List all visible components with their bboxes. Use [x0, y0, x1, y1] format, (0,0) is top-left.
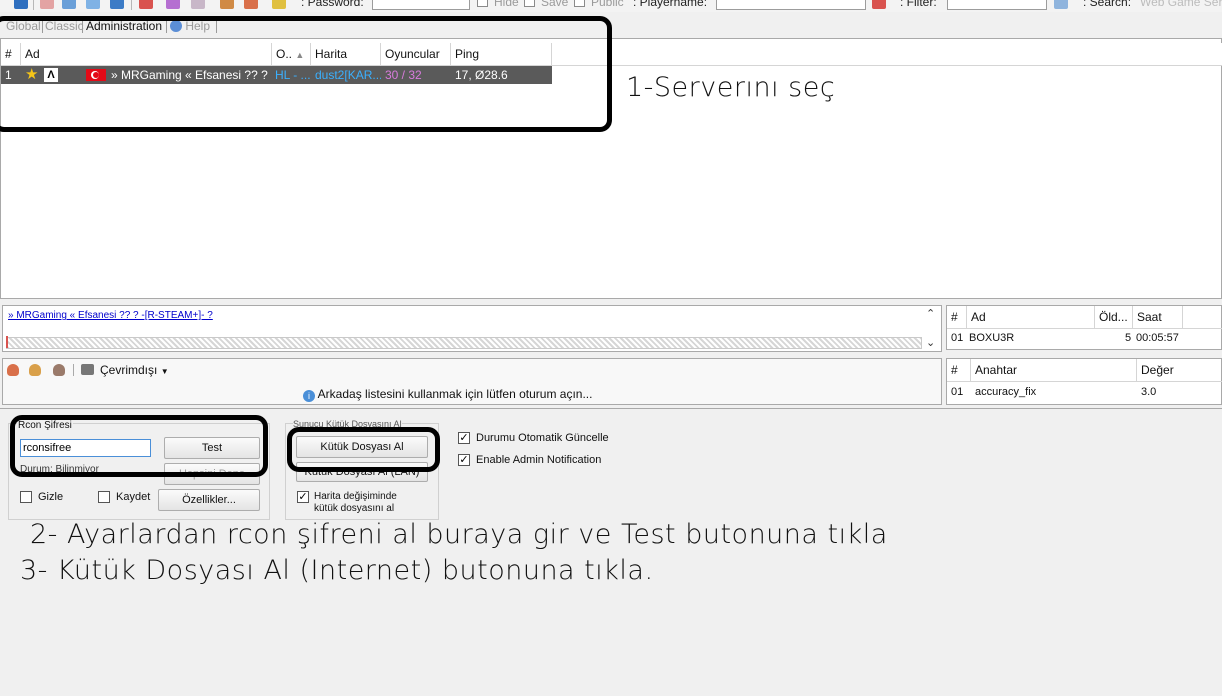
admin-notification-checkbox[interactable]: ✓	[458, 454, 470, 466]
player-kills: 5	[1125, 332, 1132, 344]
annotation-step1: 1-Serverını seç	[626, 72, 836, 103]
filter-select[interactable]	[947, 0, 1047, 10]
spectate-icon[interactable]	[244, 0, 258, 9]
column-header-player-name[interactable]: Ad	[967, 306, 1095, 328]
add-friend-icon[interactable]	[7, 364, 19, 376]
player-index: 01	[951, 332, 964, 344]
save-icon[interactable]	[62, 0, 76, 9]
column-header-value[interactable]: Değer	[1137, 359, 1222, 381]
column-header-key[interactable]: Anahtar	[971, 359, 1137, 381]
refresh-icon[interactable]	[86, 0, 100, 9]
scroll-down-icon[interactable]: ⌄	[926, 336, 935, 349]
playername-select[interactable]	[716, 0, 866, 10]
save-checkbox[interactable]	[524, 0, 535, 7]
hide-label: Gizle	[38, 491, 64, 503]
rules-table: # Anahtar Değer 01 accuracy_fix 3.0	[946, 358, 1222, 405]
save-checkbox[interactable]	[98, 491, 110, 503]
toolbar-separator	[33, 0, 34, 10]
server-info-panel: » MRGaming « Efsanesi ?? ? -[R-STEAM+]- …	[2, 305, 942, 352]
filter-label: : Filter:	[900, 0, 937, 9]
info-icon: i	[303, 390, 315, 402]
bookmark-icon[interactable]	[191, 0, 205, 9]
annotation-box-server	[0, 16, 612, 132]
hide-checkbox[interactable]	[20, 491, 32, 503]
players-table: # Ad Öld... Saat 01 BOXU3R 5 00:05:57	[946, 305, 1222, 350]
remove-friend-icon[interactable]	[53, 364, 65, 376]
save-label: Save	[541, 0, 569, 9]
toolbar-separator	[73, 364, 74, 376]
hide-checkbox[interactable]	[477, 0, 488, 7]
map-change-log-line1: Harita değişiminde	[314, 491, 397, 502]
progress-marker	[6, 336, 8, 348]
playername-label: : Playername:	[633, 0, 708, 9]
player-name[interactable]: BOXU3R	[969, 332, 1014, 344]
toolbar-separator	[131, 0, 132, 10]
server-info-strip	[6, 337, 922, 349]
tools-icon[interactable]	[272, 0, 286, 9]
friends-login-message: i Arkadaş listesini kullanmak için lütfe…	[303, 387, 592, 402]
friend-settings-icon[interactable]	[29, 364, 41, 376]
server-remove-icon[interactable]	[40, 0, 54, 9]
server-info-link[interactable]: » MRGaming « Efsanesi ?? ? -[R-STEAM+]- …	[8, 310, 213, 321]
toolbar: : Password: Hide Save Public : Playernam…	[0, 0, 1222, 12]
password-input[interactable]	[372, 0, 470, 10]
delete-icon[interactable]	[139, 0, 153, 9]
scroll-up-icon[interactable]: ⌃	[926, 307, 935, 320]
favorite-icon[interactable]	[166, 0, 180, 9]
online-status-label: Çevrimdışı	[100, 363, 158, 377]
server-info-icon[interactable]	[110, 0, 124, 9]
column-header-time[interactable]: Saat	[1133, 306, 1183, 328]
annotation-step3: 3- Kütük Dosyası Al (Internet) butonuna …	[20, 555, 654, 586]
column-header-index[interactable]: #	[947, 306, 967, 328]
column-header-kills[interactable]: Öld...	[1095, 306, 1133, 328]
public-label: Public	[591, 0, 624, 9]
rule-index: 01	[951, 386, 964, 398]
filter-settings-icon[interactable]	[1054, 0, 1068, 9]
friends-login-text: Arkadaş listesini kullanmak için lütfen …	[317, 387, 593, 401]
hide-label: Hide	[494, 0, 519, 9]
rules-header: # Anahtar Değer	[947, 359, 1222, 382]
annotation-step2: 2- Ayarlardan rcon şifreni al buraya gir…	[30, 519, 888, 550]
edit-icon[interactable]	[14, 0, 28, 9]
password-label: : Password:	[301, 0, 364, 9]
auto-update-label: Durumu Otomatik Güncelle	[476, 432, 609, 444]
properties-button[interactable]: Özellikler...	[158, 489, 260, 511]
chevron-down-icon: ▼	[160, 367, 169, 376]
map-change-log-label: Harita değişiminde kütük dosyasını al	[314, 491, 397, 515]
status-monitor-icon	[81, 364, 94, 375]
friends-panel: Çevrimdışı ▼ i Arkadaş listesini kullanm…	[2, 358, 942, 405]
players-header: # Ad Öld... Saat	[947, 306, 1222, 329]
annotation-box-rcon	[10, 415, 268, 477]
admin-notification-label: Enable Admin Notification	[476, 454, 602, 466]
clear-icon[interactable]	[872, 0, 886, 9]
search-label: : Search:	[1083, 0, 1132, 9]
rule-key: accuracy_fix	[975, 386, 1037, 398]
save-label: Kaydet	[116, 491, 151, 503]
connect-icon[interactable]	[220, 0, 234, 9]
online-status-dropdown[interactable]: Çevrimdışı ▼	[100, 363, 169, 377]
column-header-index[interactable]: #	[947, 359, 971, 381]
map-change-log-checkbox[interactable]: ✓	[297, 491, 309, 503]
public-checkbox[interactable]	[574, 0, 585, 7]
player-time: 00:05:57	[1136, 332, 1179, 344]
auto-update-checkbox[interactable]: ✓	[458, 432, 470, 444]
map-change-log-line2: kütük dosyasını al	[314, 503, 395, 514]
annotation-box-get-log	[287, 427, 440, 472]
rule-value: 3.0	[1141, 386, 1157, 398]
search-input[interactable]: Web Game Serv	[1140, 0, 1222, 9]
